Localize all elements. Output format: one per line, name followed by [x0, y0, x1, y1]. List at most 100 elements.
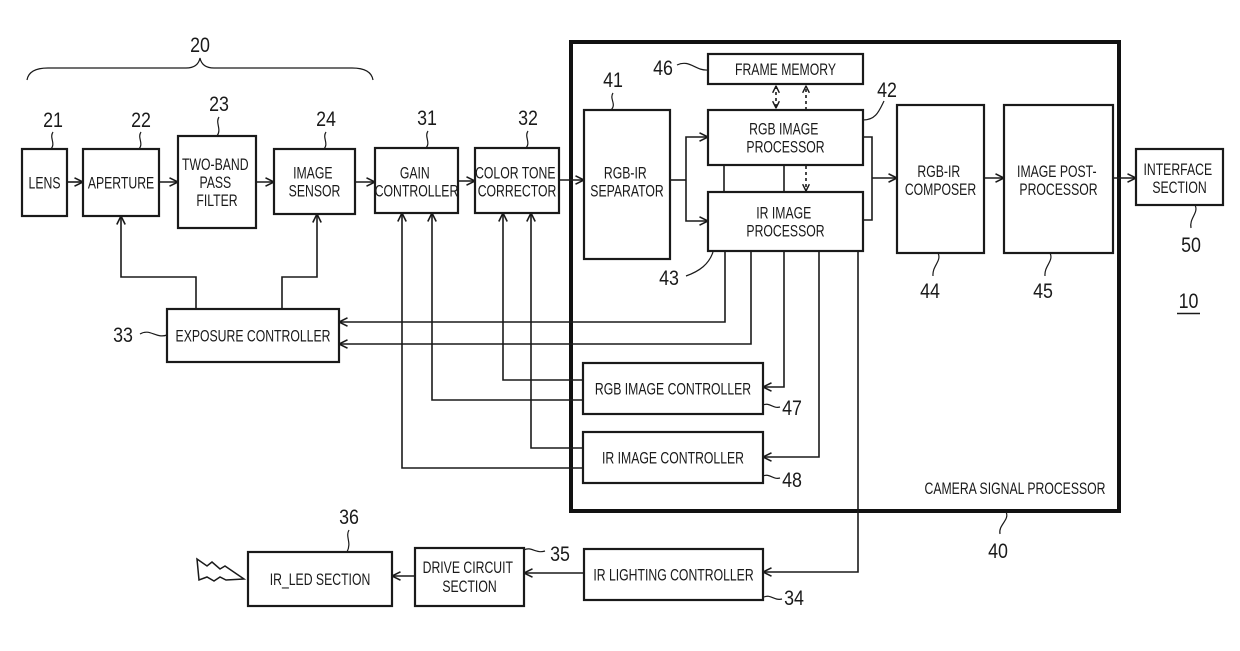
arrow-ir-processor-to-rgb-controller — [763, 251, 785, 387]
rgb-image-processor-block: RGB IMAGE PROCESSOR 42 — [706, 79, 897, 167]
ir-lighting-controller-block: IR LIGHTING CONTROLLER 34 — [582, 547, 804, 611]
frame-memory-block: FRAME MEMORY 46 — [653, 52, 865, 86]
aperture-block: APERTURE 22 — [81, 109, 161, 218]
arrow-rgb-controller-to-gain — [432, 213, 583, 401]
ref-number-36: 36 — [339, 506, 359, 530]
label-line: IMAGE POST- — [1017, 163, 1097, 181]
ref-number-35: 35 — [550, 543, 570, 567]
optical-block-group: 20 — [26, 34, 374, 81]
image-post-processor-label-group: IMAGE POST- PROCESSOR — [1017, 163, 1098, 199]
rgb-image-controller-label-group: RGB IMAGE CONTROLLER — [595, 381, 751, 399]
leader-line-24 — [323, 131, 327, 150]
ir-image-processor-label-group: IR IMAGE PROCESSOR — [746, 205, 824, 241]
arrow-separator-to-ir-processor — [685, 180, 708, 221]
leader-line-47 — [762, 403, 781, 408]
label-line: RGB-IR — [604, 165, 647, 183]
label-line: RGB IMAGE CONTROLLER — [595, 381, 751, 399]
lens-label-group: LENS — [29, 175, 61, 193]
optical-block-brace — [26, 57, 374, 81]
exposure-controller-block: EXPOSURE CONTROLLER 33 — [113, 307, 341, 364]
ir-image-controller-block: IR IMAGE CONTROLLER 48 — [581, 430, 802, 492]
label-line: SEPARATOR — [590, 183, 663, 201]
arrow-ir-processor-to-ir-controller — [763, 251, 820, 457]
arrow-ir-processor-to-ir-lighting — [763, 251, 859, 572]
ref-number-20: 20 — [190, 34, 210, 58]
rgb-image-processor-label: RGB IMAGE PROCESSOR — [746, 121, 824, 157]
ir-image-controller-label-group: IR IMAGE CONTROLLER — [602, 450, 744, 468]
image-post-processor-block: IMAGE POST- PROCESSOR 45 — [1002, 103, 1115, 303]
ref-number-46: 46 — [653, 57, 673, 81]
drive-circuit-section-block: DRIVE CIRCUIT SECTION 35 — [413, 543, 570, 608]
ref-number-34: 34 — [784, 587, 804, 611]
label-line: SECTION — [442, 578, 496, 596]
ref-number-22: 22 — [131, 109, 151, 133]
label-line: GAIN — [400, 165, 430, 183]
interface-section-label: INTERFACE SECTION — [1143, 161, 1215, 197]
label-line: APERTURE — [88, 175, 154, 193]
leader-line-36 — [346, 529, 350, 553]
ir-image-processor-block: IR IMAGE PROCESSOR 43 — [659, 190, 865, 291]
label-line: SECTION — [1152, 179, 1206, 197]
lens-label: LENS — [29, 175, 61, 193]
leader-line-35 — [523, 548, 546, 553]
leader-line-45 — [1044, 252, 1052, 277]
rgb-image-controller-block: RGB IMAGE CONTROLLER 47 — [581, 361, 802, 421]
ref-number-33: 33 — [113, 324, 133, 348]
label-line: FRAME MEMORY — [735, 61, 836, 79]
ref-number-44: 44 — [920, 280, 940, 304]
ref-number-50: 50 — [1181, 234, 1201, 258]
label-line: FILTER — [196, 192, 237, 210]
ref-number-32: 32 — [518, 107, 538, 131]
label-line: CORRECTOR — [478, 183, 557, 201]
label-line: COMPOSER — [905, 181, 976, 199]
camera-block-diagram: 20 CAMERA SIGNAL PROCESSOR 40 LENS 21 AP… — [0, 0, 1240, 651]
leader-line-44 — [932, 252, 940, 277]
label-line: IR IMAGE — [756, 205, 811, 223]
color-tone-corrector-label-group: COLOR TONE CORRECTOR — [475, 165, 559, 201]
leader-line-48 — [762, 474, 781, 479]
ir-image-processor-label: IR IMAGE PROCESSOR — [746, 205, 824, 241]
leader-line-50 — [1190, 204, 1197, 229]
ref-number-42: 42 — [877, 79, 897, 103]
label-line: COLOR TONE — [475, 165, 556, 183]
leader-line-43 — [685, 251, 714, 277]
ir-lighting-controller-label-group: IR LIGHTING CONTROLLER — [593, 567, 753, 585]
rgb-ir-separator-block: RGB-IR SEPARATOR 41 — [582, 69, 672, 261]
aperture-label: APERTURE — [88, 175, 154, 193]
ref-number-41: 41 — [603, 69, 623, 93]
ir-led-section-label: IR_LED SECTION — [270, 571, 371, 589]
label-line: RGB-IR — [917, 163, 960, 181]
ir-lighting-controller-label: IR LIGHTING CONTROLLER — [593, 567, 753, 585]
leader-line-23 — [216, 116, 220, 137]
ref-number-47: 47 — [782, 397, 802, 421]
arrow-exposure-to-image-sensor — [281, 214, 317, 309]
label-line: IR_LED SECTION — [270, 571, 371, 589]
label-line: LENS — [29, 175, 61, 193]
ref-number-24: 24 — [316, 108, 336, 132]
aperture-label-group: APERTURE — [88, 175, 154, 193]
image-sensor-label-group: IMAGE SENSOR — [289, 165, 341, 201]
ir-image-controller-label: IR IMAGE CONTROLLER — [602, 450, 744, 468]
leader-line-22 — [138, 131, 142, 150]
frame-memory-label-group: FRAME MEMORY — [735, 61, 836, 79]
rgb-image-controller-label: RGB IMAGE CONTROLLER — [595, 381, 751, 399]
processors-merge-line — [863, 136, 873, 221]
ir-led-section-block: IR_LED SECTION 36 — [196, 506, 394, 608]
label-line: TWO-BAND — [182, 156, 249, 174]
lightning-bolt-icon — [196, 557, 247, 582]
ref-number-10: 10 — [1179, 290, 1199, 314]
leader-line-46 — [676, 62, 709, 71]
leader-line-21 — [50, 131, 54, 150]
camera-signal-processor-label: CAMERA SIGNAL PROCESSOR — [925, 480, 1106, 498]
label-line: CONTROLLER — [375, 183, 459, 201]
label-line: PROCESSOR — [1019, 181, 1097, 199]
figure-reference: 10 — [1177, 290, 1200, 315]
leader-line-41 — [610, 92, 614, 111]
color-tone-corrector-label: COLOR TONE CORRECTOR — [475, 165, 559, 201]
leader-line-32 — [525, 130, 529, 149]
leader-line-40 — [999, 511, 1008, 535]
label-line: PROCESSOR — [746, 139, 824, 157]
lens-block: LENS 21 — [20, 109, 69, 218]
ref-number-43: 43 — [659, 267, 679, 291]
label-line: INTERFACE — [1143, 161, 1212, 179]
